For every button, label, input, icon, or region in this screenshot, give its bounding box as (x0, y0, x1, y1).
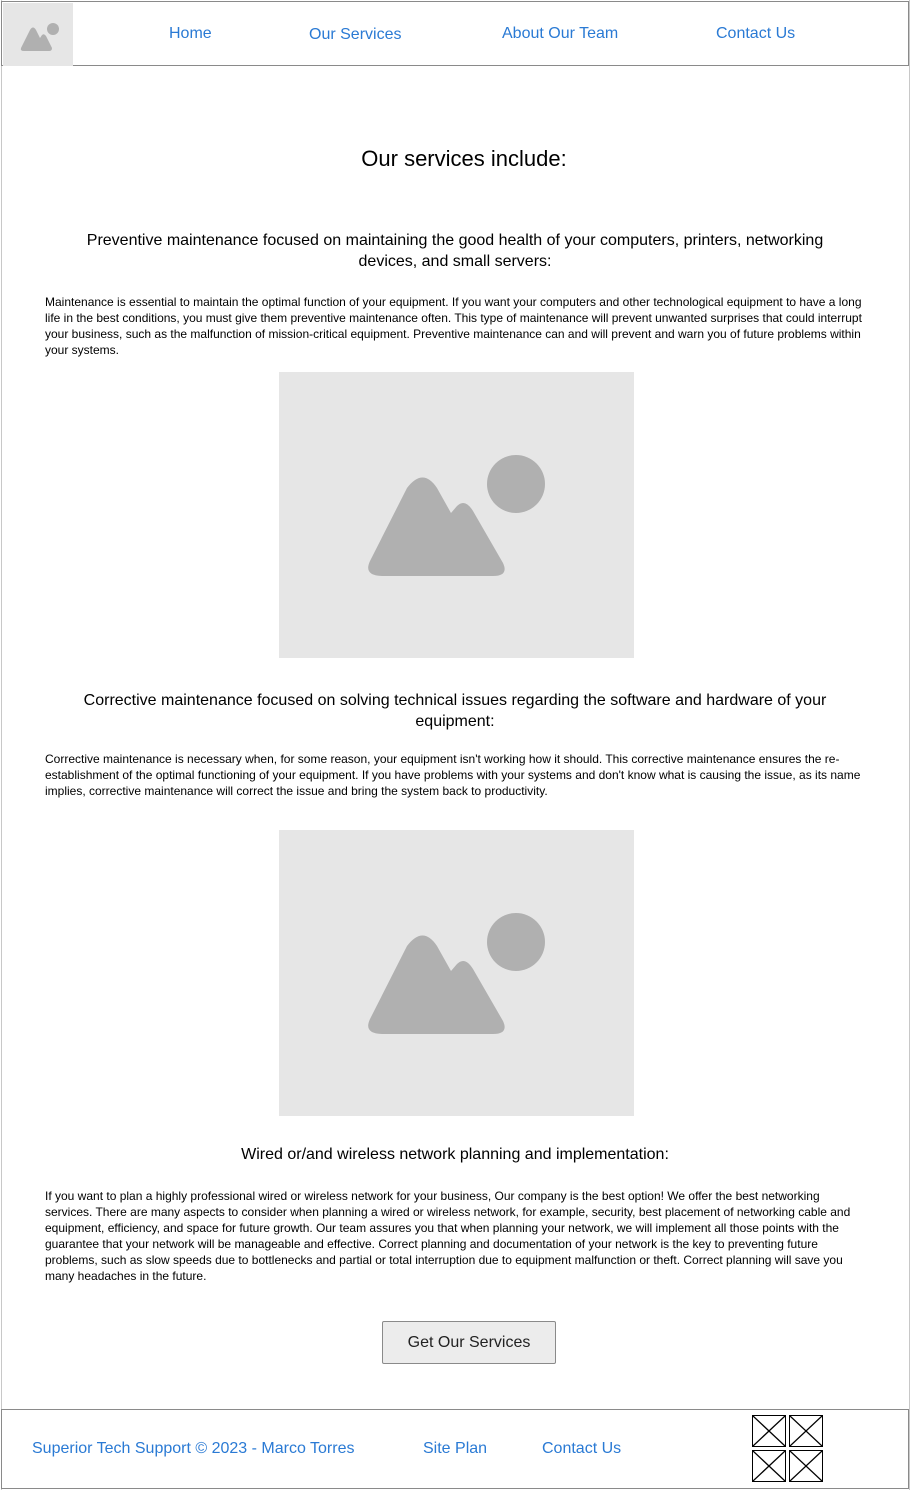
section-heading-corrective: Corrective maintenance focused on solvin… (83, 692, 827, 730)
nav-our-services[interactable]: Our Services (309, 26, 401, 44)
site-footer: Superior Tech Support © 2023 - Marco Tor… (1, 1409, 909, 1489)
site-header: Home Our Services About Our Team Contact… (1, 1, 909, 66)
section-body-corrective: Corrective maintenance is necessary when… (45, 752, 861, 798)
social-placeholder-icon[interactable] (752, 1415, 786, 1447)
footer-contact-us[interactable]: Contact Us (542, 1440, 621, 1458)
image-placeholder (279, 830, 634, 1116)
social-placeholder-icon[interactable] (789, 1450, 823, 1482)
footer-copyright[interactable]: Superior Tech Support © 2023 - Marco Tor… (32, 1440, 354, 1458)
page-title: Our services include: (361, 146, 567, 171)
social-icons (752, 1415, 824, 1483)
image-placeholder-icon (368, 913, 545, 1034)
section-body-preventive: Maintenance is essential to maintain the… (45, 295, 862, 357)
image-placeholder-icon (368, 455, 545, 576)
get-our-services-button[interactable]: Get Our Services (382, 1321, 556, 1364)
social-placeholder-icon[interactable] (752, 1450, 786, 1482)
image-placeholder-icon (20, 23, 59, 51)
nav-about-our-team[interactable]: About Our Team (502, 25, 618, 43)
nav-contact-us[interactable]: Contact Us (716, 25, 795, 43)
nav-home[interactable]: Home (169, 25, 212, 43)
section-heading-network: Wired or/and wireless network planning a… (241, 1146, 669, 1163)
footer-site-plan[interactable]: Site Plan (423, 1440, 487, 1458)
image-placeholder (279, 372, 634, 658)
section-body-network: If you want to plan a highly professiona… (45, 1189, 851, 1283)
social-placeholder-icon[interactable] (789, 1415, 823, 1447)
section-heading-preventive: Preventive maintenance focused on mainta… (86, 232, 824, 270)
logo[interactable] (3, 3, 73, 66)
